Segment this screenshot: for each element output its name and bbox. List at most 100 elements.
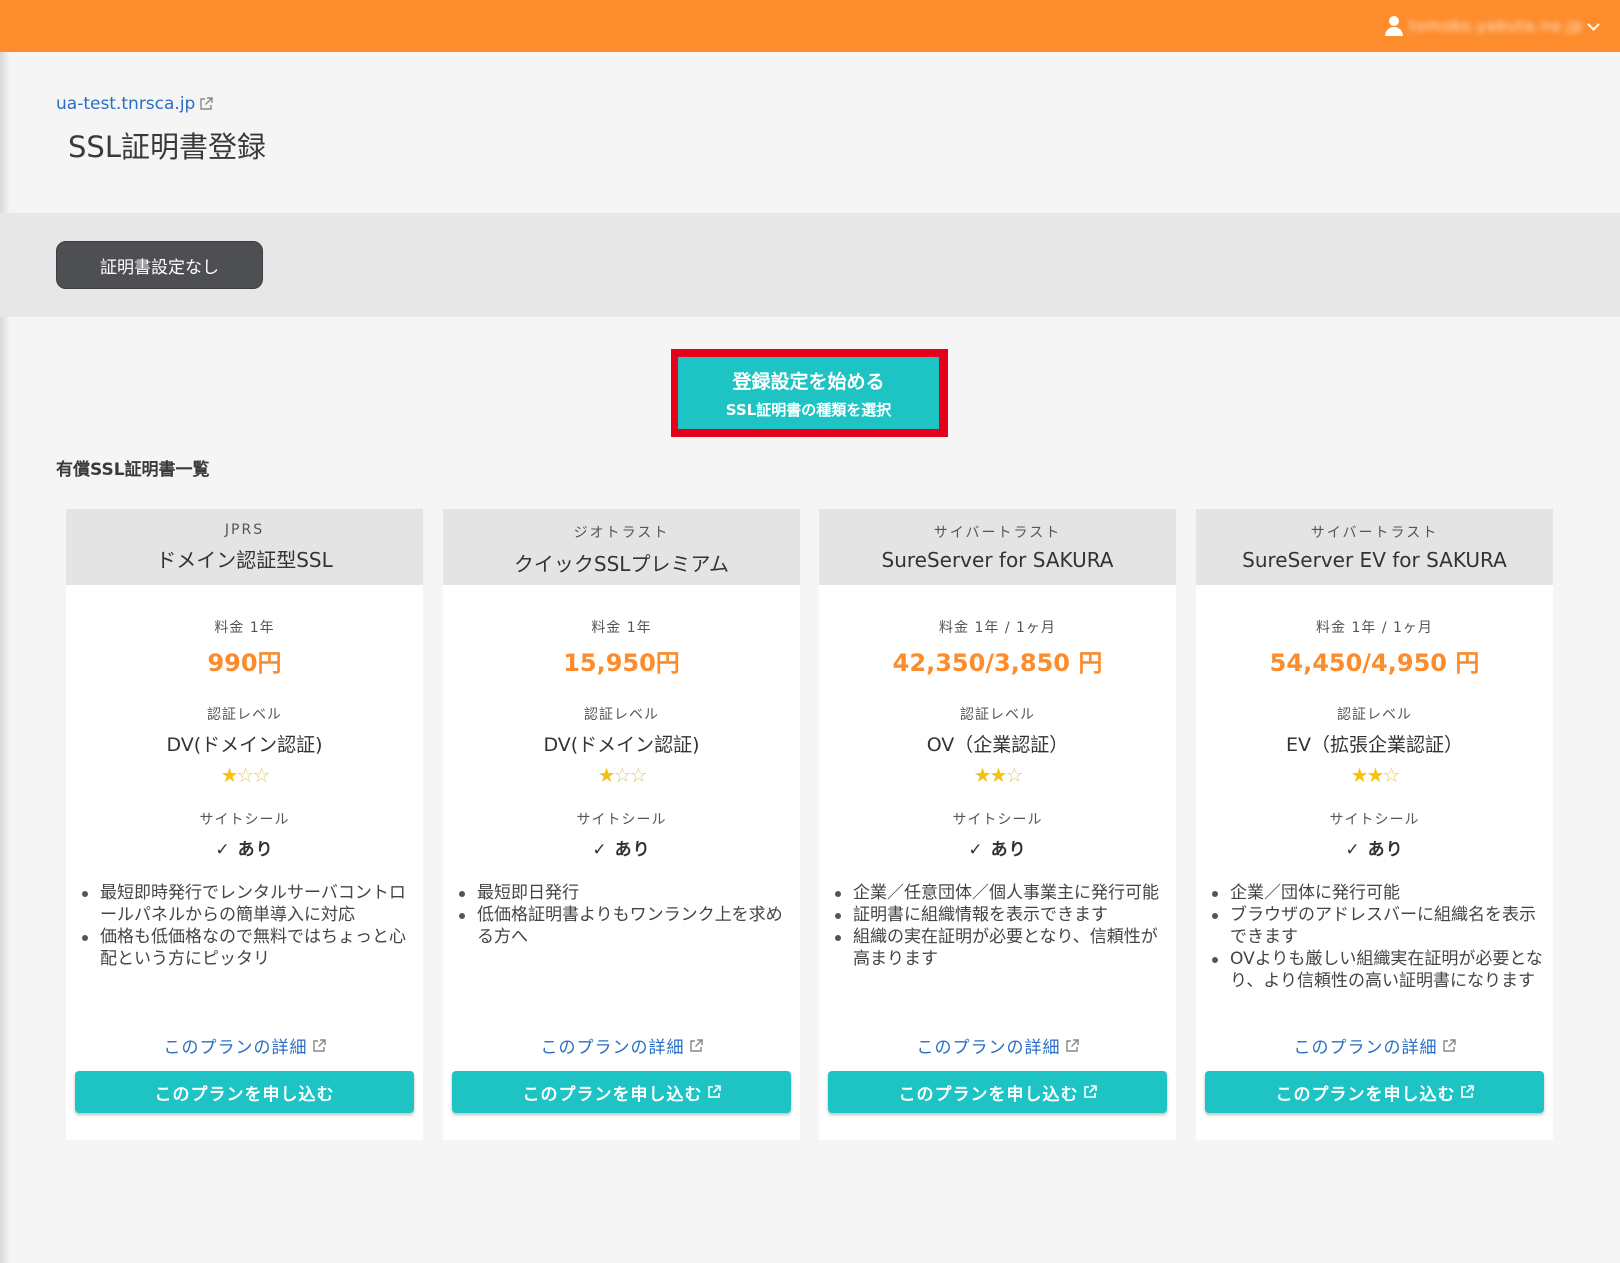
plan-card: ジオトラスト クイックSSLプレミアム 料金 1年 15,950円 認証レベル … <box>443 509 800 1140</box>
plan-detail-link[interactable]: このプランの詳細 <box>66 1033 423 1058</box>
level-label: 認証レベル <box>960 707 1035 723</box>
plan-price: 990円 <box>207 649 282 677</box>
plan-name: ドメイン認証型SSL <box>156 548 333 572</box>
external-link-icon <box>1460 1085 1474 1099</box>
plan-name: SureServer EV for SAKURA <box>1242 548 1507 572</box>
external-link-icon <box>312 1038 326 1053</box>
apply-button-label: このプランを申し込む <box>1275 1084 1456 1105</box>
plan-level: OV（企業認証） <box>926 734 1069 756</box>
apply-plan-button[interactable]: このプランを申し込む <box>75 1071 414 1113</box>
plan-card: JPRS ドメイン認証型SSL 料金 1年 990円 認証レベル DV(ドメイン… <box>66 509 423 1140</box>
star-filled-icon: ★ <box>1350 763 1369 787</box>
plan-price: 15,950円 <box>563 649 680 677</box>
level-label: 認証レベル <box>207 707 282 723</box>
feature-item: 組織の実在証明が必要となり、信頼性が高まります <box>835 926 1170 970</box>
star-empty-icon: ☆ <box>613 763 632 787</box>
level-label: 認証レベル <box>1337 707 1412 723</box>
apply-plan-button[interactable]: このプランを申し込む <box>1205 1071 1544 1113</box>
feature-item: 企業／団体に発行可能 <box>1212 882 1547 904</box>
rating-stars: ★★☆ <box>1196 763 1553 787</box>
price-label: 料金 1年 <box>591 620 652 636</box>
seal-label: サイトシール <box>1329 812 1420 828</box>
star-filled-icon: ★ <box>220 763 239 787</box>
external-link-icon <box>707 1085 721 1099</box>
start-button-title: 登録設定を始める <box>732 370 885 393</box>
feature-list: 企業／団体に発行可能 ブラウザのアドレスバーに組織名を表示できます OVよりも厳しい… <box>1212 882 1547 1032</box>
feature-list: 最短即時発行でレンタルサーバコントロールパネルからの簡単導入に対応 価格も低価格な… <box>82 882 417 1032</box>
site-domain-link[interactable]: ua-test.tnrsca.jp <box>56 94 214 114</box>
plan-card: サイバートラスト SureServer for SAKURA 料金 1年 / 1… <box>819 509 1176 1140</box>
feature-item: 価格も低価格なので無料ではちょっと心配という方にピッタリ <box>82 926 417 970</box>
detail-link-text: このプランの詳細 <box>163 1038 308 1058</box>
seal-label: サイトシール <box>199 812 290 828</box>
star-empty-icon: ☆ <box>236 763 255 787</box>
plan-card-header: JPRS ドメイン認証型SSL <box>66 509 423 585</box>
star-empty-icon: ☆ <box>629 763 647 787</box>
star-empty-icon: ☆ <box>1382 763 1400 787</box>
external-link-icon <box>1442 1038 1456 1053</box>
apply-plan-button[interactable]: このプランを申し込む <box>452 1071 791 1113</box>
start-button-subtitle: SSL証明書の種類を選択 <box>725 400 892 419</box>
plan-vendor: JPRS <box>224 522 265 538</box>
feature-item: ブラウザのアドレスバーに組織名を表示できます <box>1212 904 1547 948</box>
rating-stars: ★☆☆ <box>66 763 423 787</box>
seal-value: ✓ あり <box>968 840 1027 860</box>
plan-card-header: ジオトラスト クイックSSLプレミアム <box>443 509 800 585</box>
seal-value: ✓ あり <box>592 840 651 860</box>
external-link-icon <box>689 1038 703 1053</box>
level-label: 認証レベル <box>584 707 659 723</box>
chevron-down-icon <box>1587 17 1600 31</box>
apply-button-label: このプランを申し込む <box>898 1084 1079 1105</box>
feature-item: 低価格証明書よりもワンランク上を求める方へ <box>459 904 794 948</box>
feature-item: 証明書に組織情報を表示できます <box>835 904 1170 926</box>
apply-button-label: このプランを申し込む <box>522 1084 703 1105</box>
page-title: SSL証明書登録 <box>68 130 266 164</box>
apply-button-label: このプランを申し込む <box>154 1084 335 1105</box>
external-link-icon <box>199 97 214 111</box>
plan-card-header: サイバートラスト SureServer for SAKURA <box>819 509 1176 585</box>
start-registration-button[interactable]: 登録設定を始める SSL証明書の種類を選択 <box>678 357 939 429</box>
star-filled-icon: ★ <box>1366 763 1385 787</box>
user-menu[interactable]: tomoko.yabuta.ne.jp <box>1385 14 1600 38</box>
feature-list: 企業／任意団体／個人事業主に発行可能 証明書に組織情報を表示できます 組織の実在証明… <box>835 882 1170 1032</box>
plan-name: SureServer for SAKURA <box>881 548 1114 572</box>
plan-level: DV(ドメイン認証) <box>543 734 700 756</box>
user-name: tomoko.yabuta.ne.jp <box>1409 17 1583 35</box>
plan-card: サイバートラスト SureServer EV for SAKURA 料金 1年 … <box>1196 509 1553 1140</box>
plan-detail-link[interactable]: このプランの詳細 <box>1196 1033 1553 1058</box>
rating-stars: ★★☆ <box>819 763 1176 787</box>
plan-level: EV（拡張企業認証） <box>1285 734 1463 756</box>
plan-detail-link[interactable]: このプランの詳細 <box>819 1033 1176 1058</box>
rating-stars: ★☆☆ <box>443 763 800 787</box>
plan-name: クイックSSLプレミアム <box>513 552 730 576</box>
star-filled-icon: ★ <box>973 763 992 787</box>
section-title: 有償SSL証明書一覧 <box>56 460 210 480</box>
user-icon <box>1385 16 1404 36</box>
star-empty-icon: ☆ <box>252 763 270 787</box>
external-link-icon <box>1065 1038 1079 1053</box>
detail-link-text: このプランの詳細 <box>916 1038 1061 1058</box>
plan-card-header: サイバートラスト SureServer EV for SAKURA <box>1196 509 1553 585</box>
plan-level: DV(ドメイン認証) <box>166 734 323 756</box>
site-domain-text: ua-test.tnrsca.jp <box>56 94 196 114</box>
plan-detail-link[interactable]: このプランの詳細 <box>443 1033 800 1058</box>
top-bar: tomoko.yabuta.ne.jp <box>0 0 1620 52</box>
feature-item: OVよりも厳しい組織実在証明が必要となり、より信頼性の高い証明書になります <box>1212 948 1547 992</box>
price-label: 料金 1年 / 1ヶ月 <box>939 620 1056 636</box>
plan-vendor: サイバートラスト <box>933 525 1062 541</box>
plan-vendor: サイバートラスト <box>1310 525 1439 541</box>
detail-link-text: このプランの詳細 <box>540 1038 685 1058</box>
feature-item: 最短即時発行でレンタルサーバコントロールパネルからの簡単導入に対応 <box>82 882 417 926</box>
plan-vendor: ジオトラスト <box>573 525 670 541</box>
seal-label: サイトシール <box>576 812 667 828</box>
feature-list: 最短即日発行 低価格証明書よりもワンランク上を求める方へ <box>459 882 794 1032</box>
seal-label: サイトシール <box>952 812 1043 828</box>
star-filled-icon: ★ <box>597 763 616 787</box>
feature-item: 企業／任意団体／個人事業主に発行可能 <box>835 882 1170 904</box>
feature-item: 最短即日発行 <box>459 882 794 904</box>
star-empty-icon: ☆ <box>1005 763 1023 787</box>
no-cert-button[interactable]: 証明書設定なし <box>56 241 263 289</box>
apply-plan-button[interactable]: このプランを申し込む <box>828 1071 1167 1113</box>
price-label: 料金 1年 <box>214 620 275 636</box>
plan-price: 54,450/4,950 円 <box>1269 649 1480 677</box>
